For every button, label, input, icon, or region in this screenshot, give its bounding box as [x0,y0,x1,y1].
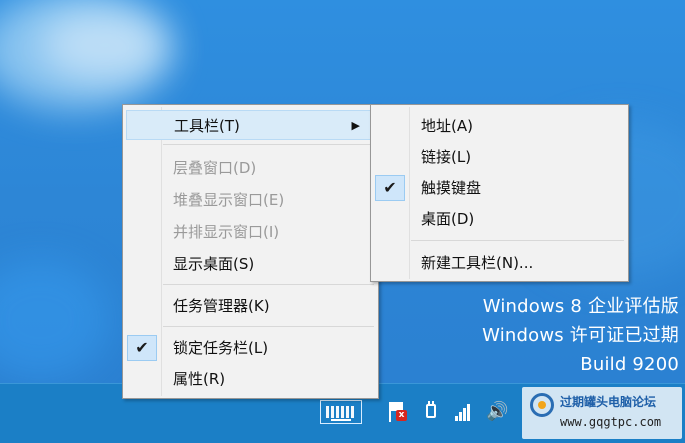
menu-item-label: 层叠窗口(D) [173,159,257,177]
submenu-item-links[interactable]: 链接(L) [371,142,628,172]
windows-evaluation-watermark: Windows 8 企业评估版 Windows 许可证已过期 Build 920… [482,292,679,379]
background-light-blob [40,10,170,80]
menu-item-label: 桌面(D) [421,210,475,228]
signal-bar [459,412,462,421]
action-center-flag-icon[interactable]: x [386,400,408,424]
menu-item-label: 并排显示窗口(I) [173,223,280,241]
keyboard-keys-shape [326,406,356,418]
menu-item-label: 工具栏(T) [174,117,240,135]
background-light-blob [0,260,110,380]
menu-item-properties[interactable]: 属性(R) [123,364,378,394]
power-icon[interactable] [420,400,442,424]
network-icon[interactable] [453,400,475,424]
menu-separator [411,240,624,241]
site-url: www.gqgtpc.com [560,415,662,429]
error-badge-icon: x [396,410,407,421]
checkmark-icon: ✔ [375,175,405,201]
site-logo-icon [530,393,554,417]
volume-icon[interactable]: 🔊 [486,400,508,424]
submenu-item-desktop[interactable]: 桌面(D) [371,204,628,234]
menu-item-toolbars[interactable]: 工具栏(T) ▶ [126,110,375,140]
menu-item-side-by-side[interactable]: 并排显示窗口(I) [123,217,378,247]
menu-item-label: 地址(A) [421,117,473,135]
watermark-line-build: Build 9200 [580,354,679,375]
site-name: 过期罐头电脑论坛 [560,395,657,409]
menu-item-label: 堆叠显示窗口(E) [173,191,285,209]
menu-item-label: 触摸键盘 [421,179,482,197]
menu-item-task-manager[interactable]: 任务管理器(K) [123,291,378,321]
menu-item-label: 显示桌面(S) [173,255,255,273]
checkmark-icon: ✔ [127,335,157,361]
menu-separator [163,326,374,327]
submenu-item-new-toolbar[interactable]: 新建工具栏(N)... [371,248,628,278]
taskbar-context-menu: 工具栏(T) ▶ 层叠窗口(D) 堆叠显示窗口(E) 并排显示窗口(I) 显示桌… [122,104,379,399]
menu-item-label: 新建工具栏(N)... [421,254,534,272]
signal-bar [467,404,470,421]
signal-bar [463,408,466,421]
plug-body-shape [426,404,436,418]
submenu-item-address[interactable]: 地址(A) [371,111,628,141]
menu-item-show-desktop[interactable]: 显示桌面(S) [123,249,378,279]
menu-item-lock-taskbar[interactable]: ✔ 锁定任务栏(L) [123,333,378,363]
menu-item-stack-windows[interactable]: 堆叠显示窗口(E) [123,185,378,215]
site-watermark-badge: 过期罐头电脑论坛 www.gqgtpc.com [522,387,682,439]
menu-item-label: 任务管理器(K) [173,297,270,315]
touch-keyboard-icon[interactable] [320,400,362,424]
keyboard-spacebar-shape [331,419,351,421]
menu-item-label: 锁定任务栏(L) [173,339,269,357]
menu-item-cascade-windows[interactable]: 层叠窗口(D) [123,153,378,183]
watermark-line-edition: Windows 8 企业评估版 [482,296,679,317]
submenu-item-touch-keyboard[interactable]: ✔ 触摸键盘 [371,173,628,203]
toolbars-submenu: 地址(A) 链接(L) ✔ 触摸键盘 桌面(D) 新建工具栏(N)... [370,104,629,282]
watermark-line-license: Windows 许可证已过期 [482,325,679,346]
signal-bar [455,416,458,421]
menu-separator [163,284,374,285]
menu-separator [163,144,374,145]
menu-item-label: 属性(R) [173,370,226,388]
submenu-arrow-icon: ▶ [351,119,360,132]
menu-item-label: 链接(L) [421,148,472,166]
